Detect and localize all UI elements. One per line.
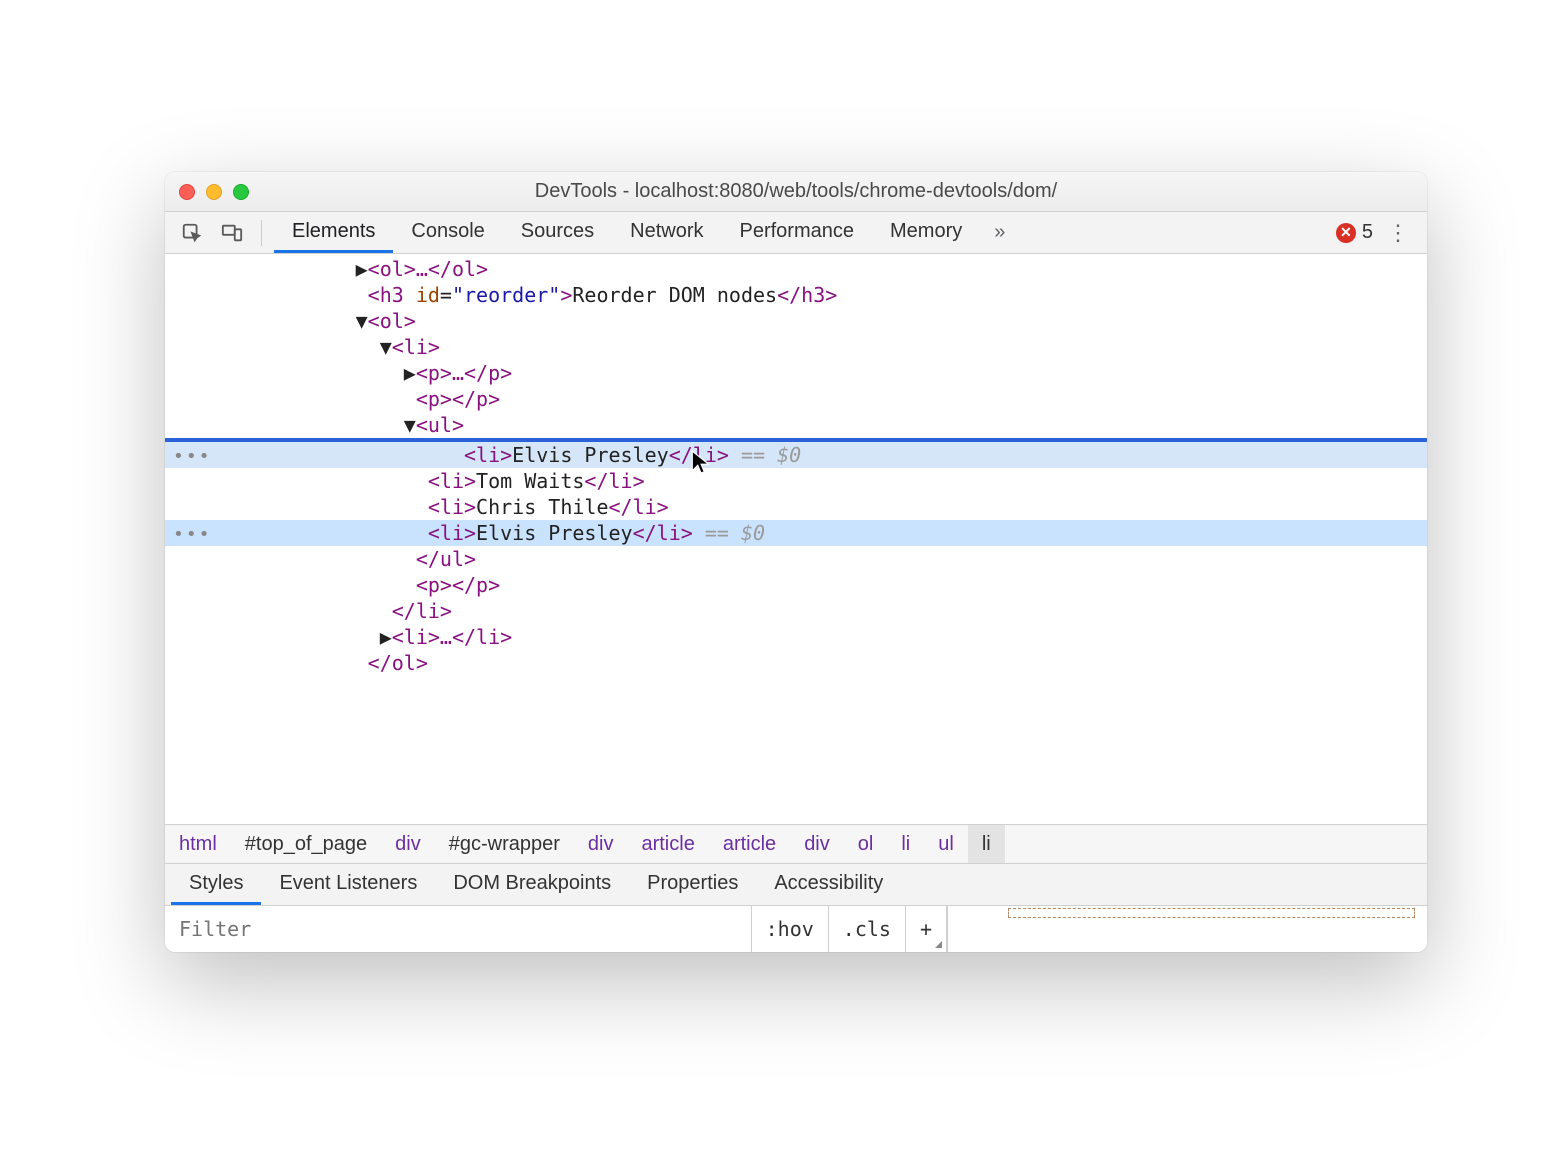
tree-row[interactable]: ▼<li> bbox=[165, 334, 1427, 360]
tree-row-dragging[interactable]: ••• <li>Elvis Presley</li> == $0 bbox=[165, 442, 1427, 468]
tree-row[interactable]: <p></p> bbox=[165, 386, 1427, 412]
tab-memory[interactable]: Memory bbox=[872, 212, 980, 253]
new-style-rule-button[interactable]: + bbox=[906, 906, 947, 952]
error-indicator[interactable]: ✕ 5 bbox=[1336, 221, 1373, 244]
crumb-div[interactable]: div bbox=[574, 825, 628, 863]
tab-elements[interactable]: Elements bbox=[274, 212, 393, 253]
styles-toolbar: :hov .cls + bbox=[165, 906, 1427, 952]
tab-sources[interactable]: Sources bbox=[503, 212, 612, 253]
box-model-margin-icon bbox=[1008, 908, 1415, 918]
tree-row[interactable]: <h3 id="reorder">Reorder DOM nodes</h3> bbox=[165, 282, 1427, 308]
tree-row[interactable]: </ol> bbox=[165, 650, 1427, 676]
tree-row-selected[interactable]: ••• <li>Elvis Presley</li> == $0 bbox=[165, 520, 1427, 546]
error-count: 5 bbox=[1362, 221, 1373, 244]
error-icon: ✕ bbox=[1336, 223, 1356, 243]
box-model-preview bbox=[947, 906, 1427, 952]
crumb-gc-wrapper[interactable]: #gc-wrapper bbox=[435, 825, 574, 863]
devtools-window: DevTools - localhost:8080/web/tools/chro… bbox=[165, 172, 1427, 952]
elements-tree[interactable]: ▶<ol>…</ol> <h3 id="reorder">Reorder DOM… bbox=[165, 254, 1427, 824]
tree-row[interactable]: </ul> bbox=[165, 546, 1427, 572]
crumb-article[interactable]: article bbox=[709, 825, 790, 863]
subtab-accessibility[interactable]: Accessibility bbox=[756, 864, 901, 905]
row-actions-icon[interactable]: ••• bbox=[173, 444, 212, 470]
cls-toggle[interactable]: .cls bbox=[829, 906, 906, 952]
tree-row[interactable]: </li> bbox=[165, 598, 1427, 624]
crumb-ol[interactable]: ol bbox=[844, 825, 888, 863]
panel-tabs: Elements Console Sources Network Perform… bbox=[274, 212, 980, 253]
subtab-event-listeners[interactable]: Event Listeners bbox=[261, 864, 435, 905]
inspect-element-icon[interactable] bbox=[175, 216, 209, 250]
sidebar-tabs: Styles Event Listeners DOM Breakpoints P… bbox=[165, 864, 1427, 906]
styles-filter-input[interactable] bbox=[165, 906, 752, 952]
subtab-styles[interactable]: Styles bbox=[171, 864, 261, 905]
row-actions-icon[interactable]: ••• bbox=[173, 522, 212, 548]
tree-row[interactable]: <p></p> bbox=[165, 572, 1427, 598]
crumb-li-active[interactable]: li bbox=[968, 825, 1005, 863]
breadcrumb-bar: html #top_of_page div #gc-wrapper div ar… bbox=[165, 824, 1427, 864]
crumb-ul[interactable]: ul bbox=[924, 825, 968, 863]
crumb-article[interactable]: article bbox=[627, 825, 708, 863]
main-toolbar: Elements Console Sources Network Perform… bbox=[165, 212, 1427, 254]
subtab-properties[interactable]: Properties bbox=[629, 864, 756, 905]
tree-row[interactable]: <li>Tom Waits</li> bbox=[165, 468, 1427, 494]
tabs-overflow-icon[interactable]: » bbox=[986, 221, 1013, 244]
toolbar-separator bbox=[261, 220, 262, 246]
tree-row[interactable]: ▼<ol> bbox=[165, 308, 1427, 334]
tree-row[interactable]: <li>Chris Thile</li> bbox=[165, 494, 1427, 520]
device-toggle-icon[interactable] bbox=[215, 216, 249, 250]
crumb-html[interactable]: html bbox=[165, 825, 231, 863]
tree-row[interactable]: ▶<ol>…</ol> bbox=[165, 256, 1427, 282]
hov-toggle[interactable]: :hov bbox=[752, 906, 829, 952]
crumb-li[interactable]: li bbox=[887, 825, 924, 863]
tree-row[interactable]: ▼<ul> bbox=[165, 412, 1427, 438]
window-title: DevTools - localhost:8080/web/tools/chro… bbox=[165, 180, 1427, 203]
settings-menu-icon[interactable]: ⋮ bbox=[1379, 220, 1417, 246]
crumb-div[interactable]: div bbox=[381, 825, 435, 863]
tree-row[interactable]: ▶<p>…</p> bbox=[165, 360, 1427, 386]
crumb-div[interactable]: div bbox=[790, 825, 844, 863]
crumb-top-of-page[interactable]: #top_of_page bbox=[231, 825, 381, 863]
mouse-cursor-icon bbox=[690, 449, 712, 475]
tab-console[interactable]: Console bbox=[393, 212, 502, 253]
tree-row[interactable]: ▶<li>…</li> bbox=[165, 624, 1427, 650]
titlebar: DevTools - localhost:8080/web/tools/chro… bbox=[165, 172, 1427, 212]
tab-performance[interactable]: Performance bbox=[722, 212, 873, 253]
subtab-dom-breakpoints[interactable]: DOM Breakpoints bbox=[435, 864, 629, 905]
tab-network[interactable]: Network bbox=[612, 212, 721, 253]
